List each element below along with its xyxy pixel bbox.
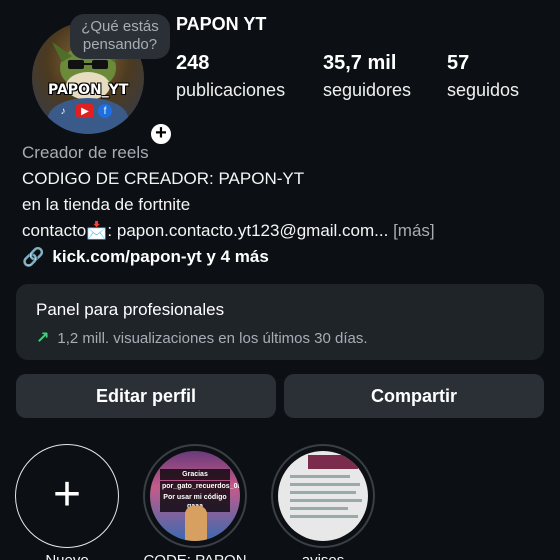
bio-link[interactable]: kick.com/papon-yt y 4 más bbox=[52, 244, 268, 270]
facebook-icon: f bbox=[98, 104, 112, 118]
bio-contact-row: contacto📩: papon.contacto.yt123@gmail.co… bbox=[22, 218, 435, 244]
stat-followers[interactable]: 35,7 mil seguidores bbox=[323, 52, 411, 100]
profile-username: PAPON YT bbox=[176, 14, 267, 34]
youtube-icon: ▶ bbox=[76, 104, 94, 118]
cover-text-line bbox=[290, 491, 356, 494]
avatar-social-icons: ♪ ▶ f bbox=[54, 104, 112, 118]
trend-up-icon: ↗ bbox=[36, 330, 50, 347]
highlight-new[interactable]: + Nuevo bbox=[15, 444, 119, 560]
highlight-new-circle[interactable]: + bbox=[15, 444, 119, 548]
cover-tag: Gracias bbox=[160, 469, 230, 480]
tiktok-icon: ♪ bbox=[60, 105, 66, 117]
highlight-code[interactable]: Gracias por_gato_recuerdos_0808 Por usar… bbox=[143, 444, 247, 560]
following-label: seguidos bbox=[447, 80, 520, 100]
cover-text-line bbox=[290, 475, 350, 478]
posts-count: 248 bbox=[176, 52, 210, 74]
cover-text-line bbox=[290, 499, 362, 502]
cover-text-line bbox=[290, 483, 360, 486]
highlight-avisos-circle[interactable] bbox=[271, 444, 375, 548]
plus-icon: + bbox=[52, 468, 82, 521]
link-icon: 🔗 bbox=[22, 247, 45, 267]
cover-tag: por_gato_recuerdos_0808 bbox=[160, 481, 240, 492]
panel-title: Panel para profesionales bbox=[36, 300, 225, 319]
bio-contact: contacto📩: papon.contacto.yt123@gmail.co… bbox=[22, 221, 389, 240]
bio-more-link[interactable]: [más] bbox=[393, 221, 435, 240]
note-bubble[interactable]: ¿Qué estás pensando? bbox=[70, 14, 170, 59]
cover-header bbox=[308, 455, 358, 469]
stat-posts[interactable]: 248 publicaciones bbox=[176, 52, 285, 100]
highlight-code-label: CODE: PAPON bbox=[143, 552, 247, 560]
highlight-avisos-cover bbox=[278, 451, 368, 541]
avatar-text: PAPON_YT bbox=[48, 82, 129, 98]
followers-count: 35,7 mil bbox=[323, 52, 397, 74]
following-count: 57 bbox=[447, 52, 470, 74]
panel-subtitle: 1,2 mill. visualizaciones en los últimos… bbox=[57, 329, 368, 347]
bio-category: Creador de reels bbox=[22, 143, 149, 162]
bio-line-2: en la tienda de fortnite bbox=[22, 195, 191, 214]
share-profile-button[interactable]: Compartir bbox=[284, 374, 544, 418]
cover-text-line bbox=[290, 515, 358, 518]
followers-label: seguidores bbox=[323, 80, 412, 100]
cover-text-line bbox=[290, 507, 348, 510]
highlight-avisos-label: avisos bbox=[271, 552, 375, 560]
panel-subtitle-row: ↗ 1,2 mill. visualizaciones en los últim… bbox=[36, 328, 524, 348]
cover-character bbox=[185, 506, 207, 541]
bio-link-row[interactable]: 🔗 kick.com/papon-yt y 4 más bbox=[22, 244, 435, 270]
highlight-code-cover: Gracias por_gato_recuerdos_0808 Por usar… bbox=[150, 451, 240, 541]
profile-avatar-wrap[interactable]: PAPON_YT ♪ ▶ f ¿Qué estás pensando? + bbox=[32, 14, 173, 146]
posts-label: publicaciones bbox=[176, 80, 286, 100]
profile-bio: Creador de reels CODIGO DE CREADOR: PAPO… bbox=[22, 140, 435, 270]
professional-dashboard-panel[interactable]: Panel para profesionales ↗ 1,2 mill. vis… bbox=[16, 284, 544, 360]
highlight-avisos[interactable]: avisos bbox=[271, 444, 375, 560]
edit-profile-button[interactable]: Editar perfil bbox=[16, 374, 276, 418]
highlight-new-label: Nuevo bbox=[15, 552, 119, 560]
stat-following[interactable]: 57 seguidos bbox=[447, 52, 519, 100]
bio-line-1: CODIGO DE CREADOR: PAPON-YT bbox=[22, 169, 305, 188]
highlight-code-circle[interactable]: Gracias por_gato_recuerdos_0808 Por usar… bbox=[143, 444, 247, 548]
